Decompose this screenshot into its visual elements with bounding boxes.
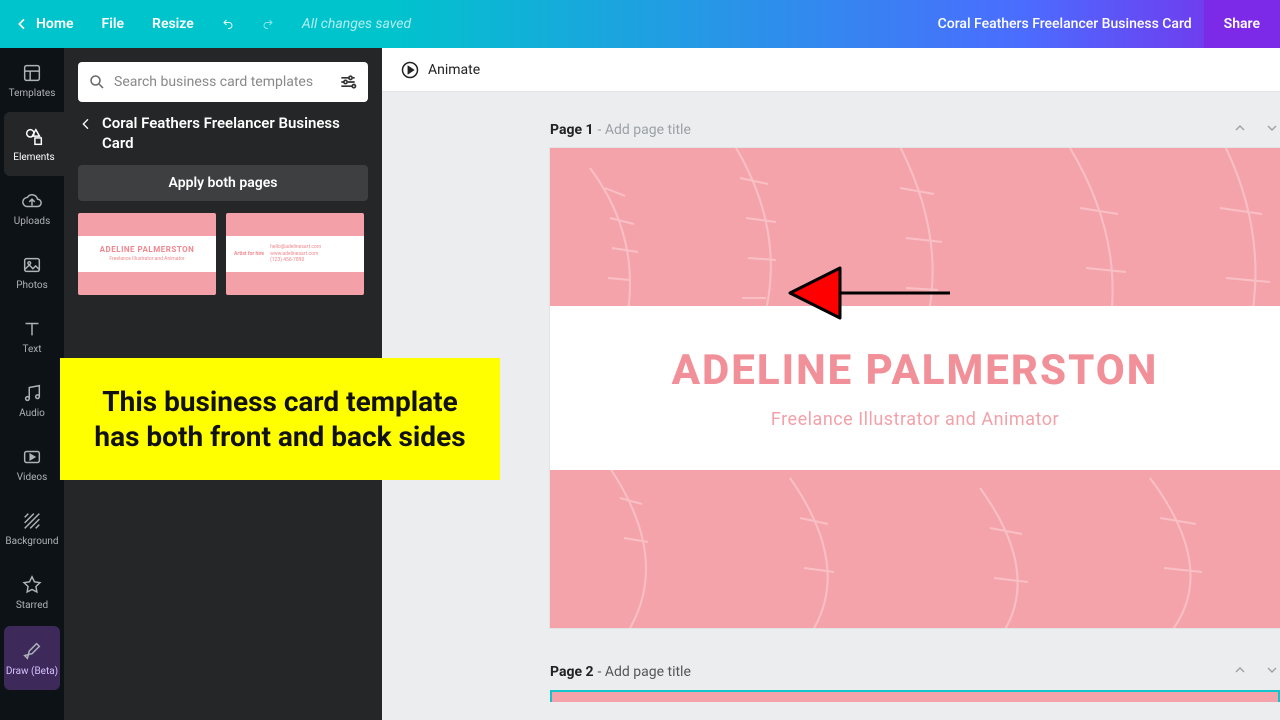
- audio-icon: [21, 382, 43, 404]
- chevron-down-icon: [1264, 120, 1280, 136]
- apply-both-pages-button[interactable]: Apply both pages: [78, 165, 368, 201]
- panel-back-button[interactable]: [78, 114, 94, 136]
- background-icon: [21, 510, 43, 532]
- draw-icon: [21, 640, 43, 662]
- template-thumb-back[interactable]: Artist for hire hello@adelinesart.com ww…: [226, 213, 364, 295]
- page1-header[interactable]: Page 1 - Add page title: [550, 120, 1280, 140]
- back-home-button[interactable]: Home: [0, 0, 88, 48]
- page2-expand[interactable]: [1264, 662, 1280, 682]
- rail-uploads[interactable]: Uploads: [0, 176, 64, 240]
- star-icon: [21, 574, 43, 596]
- search-box[interactable]: [78, 62, 368, 102]
- animate-button[interactable]: Animate: [400, 60, 480, 80]
- templates-panel: Coral Feathers Freelancer Business Card …: [64, 48, 382, 720]
- rail-videos[interactable]: Videos: [0, 432, 64, 496]
- rail-elements[interactable]: Elements: [4, 112, 64, 176]
- canvas-page-1[interactable]: ADELINE PALMERSTON Freelance Illustrator…: [550, 148, 1280, 628]
- home-label: Home: [36, 16, 74, 32]
- rail-photos[interactable]: Photos: [0, 240, 64, 304]
- page1-expand[interactable]: [1264, 120, 1280, 140]
- save-status: All changes saved: [288, 16, 411, 32]
- videos-icon: [21, 446, 43, 468]
- photos-icon: [21, 254, 43, 276]
- rail-text[interactable]: Text: [0, 304, 64, 368]
- search-icon: [88, 73, 106, 91]
- file-menu[interactable]: File: [88, 0, 139, 48]
- chevron-down-icon: [1264, 662, 1280, 678]
- redo-button[interactable]: [248, 0, 288, 48]
- annotation-callout: This business card template has both fro…: [60, 358, 500, 480]
- canvas-toolbar: Animate: [382, 48, 1280, 92]
- rail-starred[interactable]: Starred: [0, 560, 64, 624]
- canvas-page-2[interactable]: [550, 690, 1280, 702]
- card-name[interactable]: ADELINE PALMERSTON: [672, 346, 1159, 395]
- page2-header[interactable]: Page 2 - Add page title: [550, 662, 1280, 682]
- chevron-left-icon: [78, 116, 94, 132]
- top-bar: Home File Resize All changes saved Coral…: [0, 0, 1280, 48]
- animate-icon: [400, 60, 420, 80]
- template-thumb-front[interactable]: ADELINE PALMERSTON Freelance Illustrator…: [78, 213, 216, 295]
- page1-collapse[interactable]: [1232, 120, 1248, 140]
- rail-draw[interactable]: Draw (Beta): [4, 626, 60, 690]
- sliders-icon[interactable]: [338, 72, 358, 92]
- card-subtitle[interactable]: Freelance Illustrator and Animator: [771, 409, 1059, 430]
- redo-icon: [262, 18, 274, 30]
- chevron-left-icon: [14, 16, 30, 32]
- chevron-up-icon: [1232, 662, 1248, 678]
- canvas-area: Animate Page 1 - Add page title: [382, 48, 1280, 720]
- elements-icon: [23, 126, 45, 148]
- chevron-up-icon: [1232, 120, 1248, 136]
- rail-audio[interactable]: Audio: [0, 368, 64, 432]
- document-title[interactable]: Coral Feathers Freelancer Business Card: [938, 16, 1204, 32]
- text-icon: [21, 318, 43, 340]
- side-rail: Templates Elements Uploads Photos Text A…: [0, 48, 64, 720]
- page2-collapse[interactable]: [1232, 662, 1248, 682]
- templates-icon: [21, 62, 43, 84]
- uploads-icon: [21, 190, 43, 212]
- panel-title: Coral Feathers Freelancer Business Card: [102, 114, 368, 153]
- share-button[interactable]: Share: [1204, 0, 1280, 48]
- rail-templates[interactable]: Templates: [0, 48, 64, 112]
- annotation-arrow: [780, 238, 960, 352]
- undo-icon: [222, 18, 234, 30]
- undo-button[interactable]: [208, 0, 248, 48]
- resize-menu[interactable]: Resize: [138, 0, 208, 48]
- search-input[interactable]: [114, 74, 330, 90]
- rail-background[interactable]: Background: [0, 496, 64, 560]
